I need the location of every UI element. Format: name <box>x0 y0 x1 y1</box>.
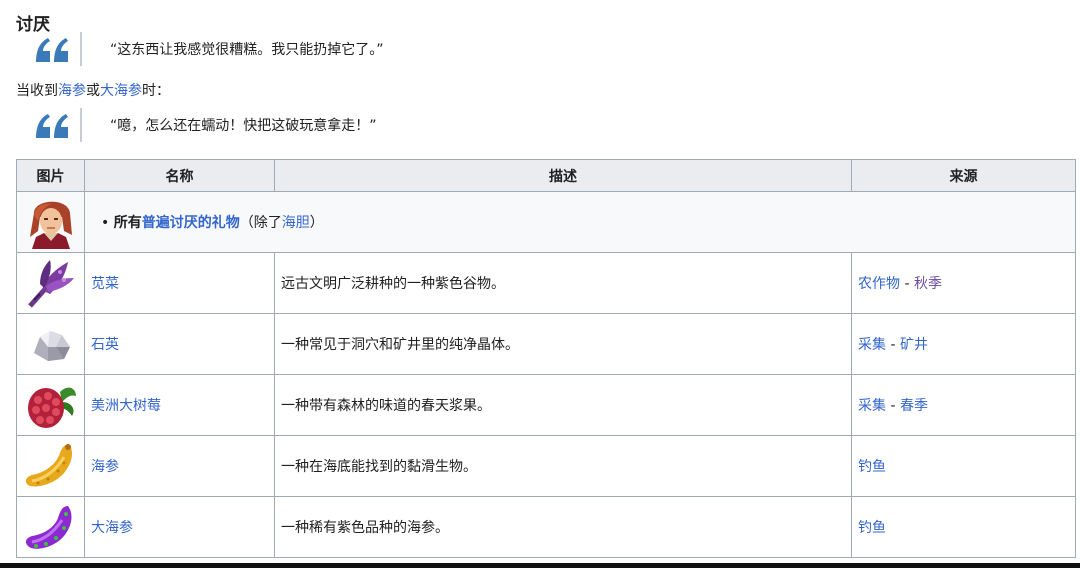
header-description: 描述 <box>274 159 852 192</box>
table-row-universal: • 所有普遍讨厌的礼物（除了海胆） <box>16 191 1076 253</box>
source-link[interactable]: 采集 <box>858 337 886 353</box>
item-description: 远古文明广泛耕种的一种紫色谷物。 <box>274 252 852 314</box>
item-source: 农作物 - 秋季 <box>851 252 1076 314</box>
quote-block-1: “这东西让我感觉很糟糕。我只能扔掉它了。” <box>34 29 384 69</box>
quote-block-2: “噫，怎么还在蠕动！快把这破玩意拿走！” <box>34 105 377 145</box>
item-name-link[interactable]: 美洲大树莓 <box>91 398 161 414</box>
link-super-cucumber[interactable]: 大海参 <box>100 83 142 99</box>
source-link[interactable]: 农作物 <box>858 276 900 292</box>
header-source: 来源 <box>851 159 1076 192</box>
super-cucumber-icon <box>25 506 71 549</box>
source-link[interactable]: 春季 <box>900 398 928 414</box>
amaranth-icon <box>27 260 74 308</box>
sea-cucumber-icon <box>25 444 72 487</box>
quartz-icon <box>33 331 70 361</box>
link-universal-hates[interactable]: 普遍讨厌的礼物 <box>142 215 240 231</box>
source-link[interactable]: 秋季 <box>914 276 942 292</box>
table-row: 石英 一种常见于洞穴和矿井里的纯净晶体。 采集 - 矿井 <box>16 313 1076 375</box>
gift-table: 图片 名称 描述 来源 • 所有普遍讨厌的礼物（除了海胆） 苋菜 远古文明广泛耕… <box>16 159 1076 558</box>
item-source: 钓鱼 <box>851 435 1076 497</box>
link-sea-cucumber[interactable]: 海参 <box>58 83 86 99</box>
source-link[interactable]: 钓鱼 <box>858 520 886 536</box>
condition-note: 当收到海参或大海参时： <box>16 83 170 99</box>
table-header-row: 图片 名称 描述 来源 <box>16 159 1076 192</box>
item-name-link[interactable]: 苋菜 <box>91 276 119 292</box>
salmonberry-icon <box>27 387 76 428</box>
quote-icon <box>34 32 82 66</box>
quote-icon <box>34 108 82 142</box>
table-row: 美洲大树莓 一种带有森林的味道的春天浆果。 采集 - 春季 <box>16 374 1076 436</box>
source-link[interactable]: 采集 <box>858 398 886 414</box>
table-row: 大海参 一种稀有紫色品种的海参。 钓鱼 <box>16 496 1076 558</box>
header-image: 图片 <box>16 159 85 192</box>
quote-text-2: “噫，怎么还在蠕动！快把这破玩意拿走！” <box>110 118 377 134</box>
item-description: 一种带有森林的味道的春天浆果。 <box>274 374 852 436</box>
item-source: 钓鱼 <box>851 496 1076 558</box>
quote-text-1: “这东西让我感觉很糟糕。我只能扔掉它了。” <box>110 42 384 58</box>
portrait-icon <box>23 195 78 249</box>
universal-cell: • 所有普遍讨厌的礼物（除了海胆） <box>84 191 1076 253</box>
item-source: 采集 - 矿井 <box>851 313 1076 375</box>
source-link[interactable]: 矿井 <box>900 337 928 353</box>
item-name-link[interactable]: 海参 <box>91 459 119 475</box>
item-name-link[interactable]: 石英 <box>91 337 119 353</box>
source-link[interactable]: 钓鱼 <box>858 459 886 475</box>
portrait-cell <box>16 191 85 253</box>
table-row: 苋菜 远古文明广泛耕种的一种紫色谷物。 农作物 - 秋季 <box>16 252 1076 314</box>
link-sea-urchin[interactable]: 海胆 <box>282 215 310 231</box>
item-name-link[interactable]: 大海参 <box>91 520 133 536</box>
item-source: 采集 - 春季 <box>851 374 1076 436</box>
header-name: 名称 <box>84 159 275 192</box>
bottom-edge-bar <box>0 563 1080 568</box>
item-description: 一种常见于洞穴和矿井里的纯净晶体。 <box>274 313 852 375</box>
item-description: 一种稀有紫色品种的海参。 <box>274 496 852 558</box>
item-description: 一种在海底能找到的黏滑生物。 <box>274 435 852 497</box>
table-row: 海参 一种在海底能找到的黏滑生物。 钓鱼 <box>16 435 1076 497</box>
